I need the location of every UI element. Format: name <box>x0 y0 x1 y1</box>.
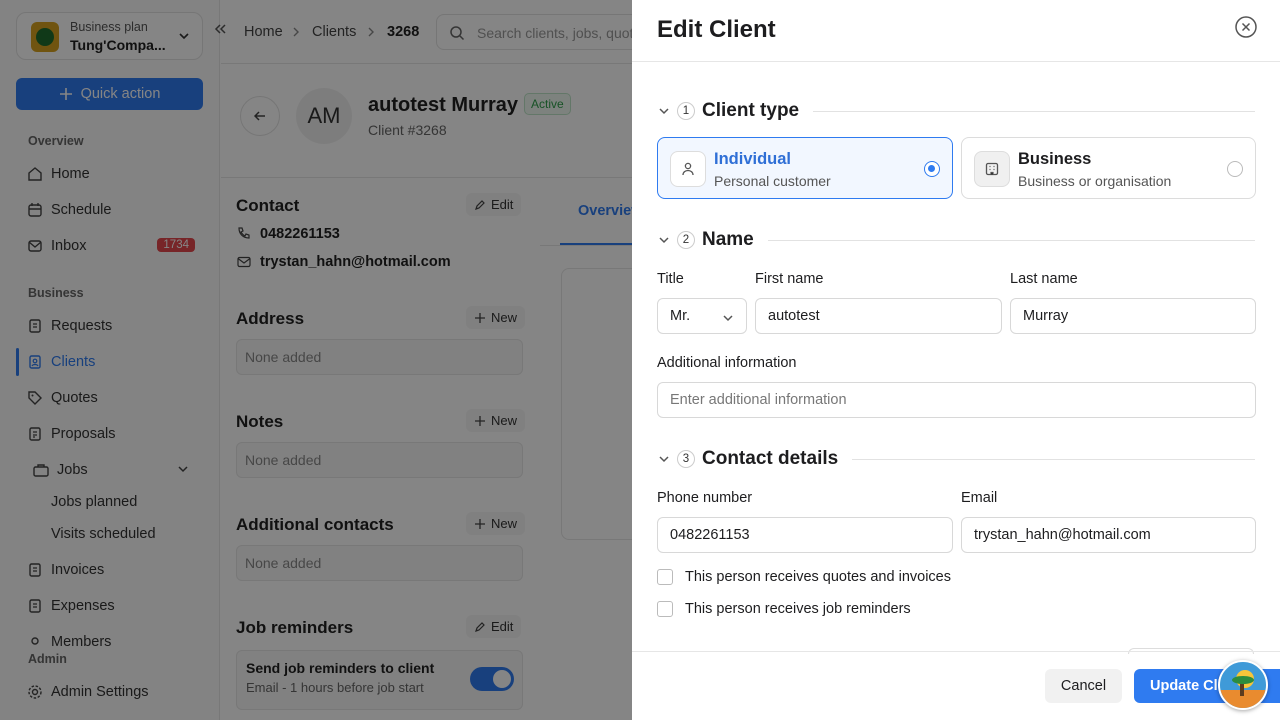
client-type-description: Business or organisation <box>1018 173 1172 189</box>
job-reminders-checkbox-row[interactable]: This person receives job reminders <box>657 601 911 617</box>
close-icon[interactable] <box>1234 15 1258 39</box>
phone-label: Phone number <box>657 490 753 506</box>
person-icon <box>670 151 706 187</box>
checkbox-label: This person receives quotes and invoices <box>685 569 951 585</box>
modal-backdrop[interactable] <box>0 0 632 720</box>
checkbox-label: This person receives job reminders <box>685 601 911 617</box>
section-client-type[interactable]: 1 Client type <box>657 100 1255 122</box>
additional-info-label: Additional information <box>657 355 797 371</box>
client-type-title: Business <box>1018 150 1092 168</box>
last-name-label: Last name <box>1010 271 1078 287</box>
section-label: Client type <box>702 100 800 121</box>
edit-client-drawer: Edit Client 1 Client type Individual Per… <box>632 0 1280 720</box>
title-select-value: Mr. <box>670 308 691 324</box>
email-input[interactable]: trystan_hahn@hotmail.com <box>961 517 1256 553</box>
section-divider <box>767 239 1255 241</box>
section-number: 1 <box>677 102 695 120</box>
client-type-description: Personal customer <box>714 173 831 189</box>
client-type-business[interactable]: Business Business or organisation <box>961 137 1256 199</box>
chevron-down-icon <box>659 108 669 115</box>
title-label: Title <box>657 271 684 287</box>
assistant-avatar-icon[interactable] <box>1218 660 1268 710</box>
palm-leaf-shape <box>1232 676 1254 684</box>
business-radio[interactable] <box>1227 161 1243 177</box>
section-divider <box>813 110 1255 112</box>
section-label: Name <box>702 229 754 250</box>
cancel-button[interactable]: Cancel <box>1045 669 1122 703</box>
section-name[interactable]: 2 Name <box>657 229 1255 251</box>
additional-info-input[interactable]: Enter additional information <box>657 382 1256 418</box>
section-divider <box>852 458 1255 460</box>
section-number: 3 <box>677 450 695 468</box>
first-name-label: First name <box>755 271 824 287</box>
email-label: Email <box>961 490 998 506</box>
chevron-down-icon <box>659 237 669 244</box>
drawer-header-divider <box>632 61 1280 62</box>
drawer-title: Edit Client <box>657 16 776 43</box>
drawer-footer-divider <box>632 651 1280 652</box>
chevron-down-icon <box>723 315 733 322</box>
last-name-input[interactable]: Murray <box>1010 298 1256 334</box>
client-type-title: Individual <box>714 150 792 168</box>
building-icon <box>974 151 1010 187</box>
chevron-down-icon <box>659 456 669 463</box>
section-label: Contact details <box>702 448 839 469</box>
section-number: 2 <box>677 231 695 249</box>
quotes-invoices-checkbox-row[interactable]: This person receives quotes and invoices <box>657 569 951 585</box>
phone-input[interactable]: 0482261153 <box>657 517 953 553</box>
section-contact-details[interactable]: 3 Contact details <box>657 448 1255 470</box>
job-reminders-checkbox[interactable] <box>657 601 673 617</box>
quotes-invoices-checkbox[interactable] <box>657 569 673 585</box>
sea-shape <box>1220 690 1266 708</box>
app-root: Business plan Tung'Compa... Quick action… <box>0 0 1280 720</box>
client-type-individual[interactable]: Individual Personal customer <box>657 137 953 199</box>
individual-radio[interactable] <box>924 161 940 177</box>
first-name-input[interactable]: autotest <box>755 298 1002 334</box>
title-select[interactable]: Mr. <box>657 298 747 334</box>
